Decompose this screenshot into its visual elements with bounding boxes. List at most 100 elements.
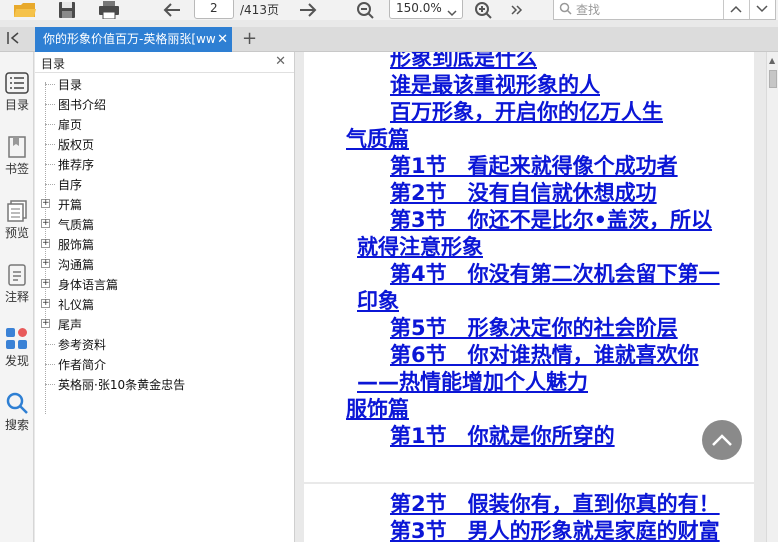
toc-link[interactable]: 第1节 看起来就得像个成功者 xyxy=(390,150,678,180)
divider xyxy=(723,0,724,19)
toc-link[interactable]: 第1节 你就是你所穿的 xyxy=(390,420,615,450)
next-page-arrow-icon[interactable] xyxy=(296,0,320,19)
toc-link[interactable]: ——热情能增加个人魅力 xyxy=(357,366,588,396)
prev-page-arrow-icon[interactable] xyxy=(160,0,184,19)
expand-icon[interactable]: + xyxy=(41,259,50,268)
page-total-label: /413页 xyxy=(240,3,279,17)
toc-link[interactable]: 就得注意形象 xyxy=(357,231,483,261)
toc-link[interactable]: 第5节 形象决定你的社会阶层 xyxy=(390,312,678,342)
toc-item[interactable]: + 礼仪篇 xyxy=(35,294,285,314)
tree-connector xyxy=(45,84,55,85)
search-down-icon[interactable] xyxy=(756,3,768,17)
collapse-sidebar-icon[interactable] xyxy=(6,31,22,49)
toc-link[interactable]: 第6节 你对谁热情，谁就喜欢你 xyxy=(390,339,699,369)
toc-item-label: 作者简介 xyxy=(58,358,107,372)
toc-item[interactable]: 目录 xyxy=(35,74,285,94)
open-folder-icon[interactable] xyxy=(12,0,38,19)
toc-item[interactable]: 图书介绍 xyxy=(35,94,285,114)
zoom-out-icon[interactable] xyxy=(354,0,378,19)
document-view[interactable]: 形象到底是什么 谁是最该重视形象的人 百万形象，开启你的亿万人生 气质篇 第1节 看起来… xyxy=(296,52,766,542)
toc-item[interactable]: + 气质篇 xyxy=(35,214,285,234)
rail-item-bookmark[interactable]: 书签 xyxy=(0,134,34,177)
vertical-scrollbar[interactable]: ▲ xyxy=(766,52,778,542)
rail-item-label: 目录 xyxy=(4,98,29,112)
toc-link[interactable]: 第3节 男人的形象就是家庭的财富 xyxy=(390,515,720,542)
toc-link[interactable]: 第2节 没有自信就休想成功 xyxy=(390,177,657,207)
rail-item-preview[interactable]: 预览 xyxy=(0,198,34,241)
zoom-select[interactable]: 150.0% xyxy=(389,0,463,19)
bookmark-icon xyxy=(0,134,34,160)
note-icon xyxy=(0,262,34,288)
rail-item-toc[interactable]: 目录 xyxy=(0,70,34,113)
toc-item-label: 身体语言篇 xyxy=(58,278,119,292)
expand-icon[interactable]: + xyxy=(41,299,50,308)
chevron-up-icon xyxy=(712,434,732,446)
search-up-icon[interactable] xyxy=(730,3,742,17)
print-icon[interactable] xyxy=(96,0,122,19)
toc-item-label: 尾声 xyxy=(58,318,83,332)
scroll-up-arrow-icon[interactable]: ▲ xyxy=(769,56,775,65)
rail-item-label: 书签 xyxy=(4,162,29,176)
tab-title: 你的形象价值百万-英格丽张[ww xyxy=(43,32,216,46)
toc-link[interactable]: 印象 xyxy=(357,285,399,315)
close-icon[interactable]: ✕ xyxy=(217,27,228,52)
more-tools-icon[interactable] xyxy=(508,0,526,19)
toc-item[interactable]: 推荐序 xyxy=(35,154,285,174)
toc-item[interactable]: 英格丽·张10条黄金忠告 xyxy=(35,374,285,394)
expand-icon[interactable]: + xyxy=(41,319,50,328)
apps-grid-icon xyxy=(0,326,34,352)
toc-item-label: 目录 xyxy=(58,78,83,92)
toc-item[interactable]: + 尾声 xyxy=(35,314,285,334)
toc-link[interactable]: 气质篇 xyxy=(346,123,409,153)
save-icon[interactable] xyxy=(56,0,78,19)
document-page: 第2节 假装你有，直到你真的有！ 第3节 男人的形象就是家庭的财富 xyxy=(304,484,754,542)
toc-item[interactable]: 版权页 xyxy=(35,134,285,154)
search-field[interactable]: 查找 xyxy=(553,0,776,20)
toc-panel: 目录 ✕ 目录 图书介绍 扉页 版权页 推荐序 自序 + 开篇 + 气质篇 + 服饰篇 + 沟通篇 + 身体语… xyxy=(35,52,295,542)
toc-link[interactable]: 第4节 你没有第二次机会留下第一 xyxy=(390,258,720,288)
expand-icon[interactable]: + xyxy=(41,279,50,288)
search-icon xyxy=(0,390,34,416)
tree-connector xyxy=(45,344,55,345)
rail-item-discover[interactable]: 发现 xyxy=(0,326,34,369)
scrollbar-thumb[interactable] xyxy=(769,70,777,88)
rail-item-annotation[interactable]: 注释 xyxy=(0,262,34,305)
toc-item[interactable]: + 沟通篇 xyxy=(35,254,285,274)
zoom-in-icon[interactable] xyxy=(472,0,496,19)
toc-item[interactable]: 参考资料 xyxy=(35,334,285,354)
toolbar: 2 /413页 150.0% 查找 xyxy=(0,0,778,20)
toc-item-label: 气质篇 xyxy=(58,218,95,232)
rail-item-label: 发现 xyxy=(4,354,29,368)
toc-link[interactable]: 服饰篇 xyxy=(346,393,409,423)
add-tab-icon[interactable]: + xyxy=(242,29,257,49)
tree-connector xyxy=(45,364,55,365)
toc-link[interactable]: 第3节 你还不是比尔•盖茨，所以 xyxy=(390,204,712,234)
rail-item-label: 预览 xyxy=(4,226,29,240)
zoom-value: 150.0% xyxy=(396,1,442,15)
page-number-input[interactable]: 2 xyxy=(194,0,234,19)
toc-item[interactable]: 自序 xyxy=(35,174,285,194)
expand-icon[interactable]: + xyxy=(41,199,50,208)
toc-item[interactable]: + 服饰篇 xyxy=(35,234,285,254)
left-rail: 目录 书签 预览 注释 发现 搜索 xyxy=(0,52,34,542)
toc-item-label: 英格丽·张10条黄金忠告 xyxy=(58,378,186,392)
toc-item[interactable]: 作者简介 xyxy=(35,354,285,374)
toc-item[interactable]: + 身体语言篇 xyxy=(35,274,285,294)
rail-item-search[interactable]: 搜索 xyxy=(0,390,34,433)
toc-item[interactable]: 扉页 xyxy=(35,114,285,134)
expand-icon[interactable]: + xyxy=(41,219,50,228)
close-icon[interactable]: ✕ xyxy=(275,54,286,69)
toc-item-label: 推荐序 xyxy=(58,158,95,172)
expand-icon[interactable]: + xyxy=(41,239,50,248)
toc-item-label: 扉页 xyxy=(58,118,83,132)
scroll-to-top-button[interactable] xyxy=(702,420,742,460)
tree-connector xyxy=(45,104,55,105)
rail-item-label: 搜索 xyxy=(4,418,29,432)
toc-link[interactable]: 谁是最该重视形象的人 xyxy=(390,69,600,99)
toc-link[interactable]: 第2节 假装你有，直到你真的有！ xyxy=(390,488,720,518)
toc-item[interactable]: + 开篇 xyxy=(35,194,285,214)
pages-icon xyxy=(0,198,34,224)
document-page: 形象到底是什么 谁是最该重视形象的人 百万形象，开启你的亿万人生 气质篇 第1节 看起来… xyxy=(304,52,754,482)
tab-document[interactable]: 你的形象价值百万-英格丽张[ww ✕ xyxy=(35,27,232,52)
toc-link[interactable]: 百万形象，开启你的亿万人生 xyxy=(390,96,663,126)
